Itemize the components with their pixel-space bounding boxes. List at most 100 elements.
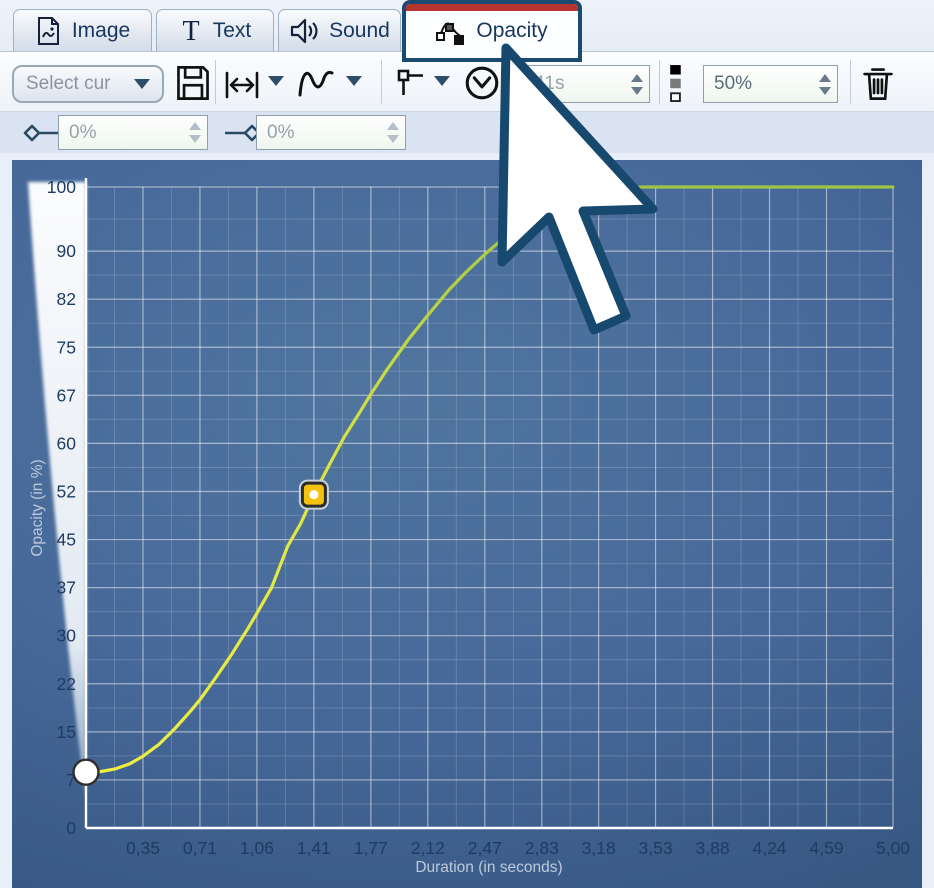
spinner-arrows[interactable] xyxy=(819,74,831,95)
keyframe-opacity-spinner[interactable]: 50% xyxy=(703,65,838,103)
fade-in-value: 0% xyxy=(69,122,96,144)
text-icon: T xyxy=(179,16,203,46)
tab-text[interactable]: T Text xyxy=(156,9,274,51)
fade-out-spinner[interactable]: 0% xyxy=(256,115,406,150)
chevron-down-icon xyxy=(346,76,362,86)
curve-start-point[interactable] xyxy=(74,760,99,785)
tab-sound[interactable]: Sound xyxy=(278,9,401,51)
wave-curve-button[interactable] xyxy=(296,65,338,101)
keyframe-opacity-value: 50% xyxy=(714,73,752,95)
stretch-options-dropdown[interactable] xyxy=(268,76,284,86)
chevron-down-icon xyxy=(268,76,284,86)
horizontal-resize-icon xyxy=(223,70,261,100)
x-tick-label: 3,53 xyxy=(639,838,673,858)
x-tick-label: 2,83 xyxy=(525,838,559,858)
chevron-down-icon xyxy=(434,76,450,86)
chart-grid xyxy=(86,187,893,828)
wave-icon xyxy=(296,65,338,101)
y-tick-label: 0 xyxy=(66,818,76,838)
y-axis-title: Opacity (in %) xyxy=(29,459,46,556)
tab-text-label: Text xyxy=(213,19,252,43)
y-tick-label: 30 xyxy=(57,626,77,646)
x-tick-label: 0,71 xyxy=(183,838,217,858)
keyframe-time-spinner[interactable]: 1,41s xyxy=(507,65,650,103)
x-tick-label: 1,06 xyxy=(240,838,274,858)
spinner-arrows[interactable] xyxy=(631,74,643,95)
x-axis-title: Duration (in seconds) xyxy=(415,859,562,876)
tab-opacity[interactable]: Opacity xyxy=(402,0,582,62)
svg-text:T: T xyxy=(182,16,199,46)
curve-preset-label: Select cur xyxy=(26,73,110,95)
fade-in-handle-button[interactable] xyxy=(22,123,62,143)
opacity-curve-chart[interactable]: 0715223037455260677582901000,350,711,061… xyxy=(12,160,922,888)
save-curve-button[interactable] xyxy=(175,64,211,102)
diamond-line-right-icon xyxy=(22,123,62,143)
curve-chart-panel: 0715223037455260677582901000,350,711,061… xyxy=(12,160,922,888)
time-mode-button[interactable] xyxy=(464,65,500,101)
y-tick-label: 67 xyxy=(57,385,76,405)
stacked-squares-icon xyxy=(669,64,683,104)
selected-keyframe-point-center-dot xyxy=(309,490,318,499)
curve-preset-select[interactable]: Select cur xyxy=(12,65,164,103)
chevron-down-icon xyxy=(134,79,150,89)
toolbar-separator xyxy=(659,60,660,104)
spin-up-icon[interactable] xyxy=(189,122,201,130)
x-tick-label: 2,47 xyxy=(468,838,502,858)
tab-bar: Image T Text Sound xyxy=(0,0,934,52)
x-tick-label: 4,59 xyxy=(809,838,843,858)
opacity-curve-icon xyxy=(436,17,466,45)
x-tick-label: 3,88 xyxy=(696,838,730,858)
delete-keyframe-button[interactable] xyxy=(860,64,896,102)
y-tick-label: 100 xyxy=(47,177,76,197)
tab-sound-label: Sound xyxy=(329,19,390,43)
y-tick-label: 52 xyxy=(57,481,76,501)
spinner-arrows[interactable] xyxy=(189,122,201,143)
x-tick-label: 1,41 xyxy=(297,838,331,858)
keyframe-options-dropdown[interactable] xyxy=(434,76,450,86)
keyframe-flag-icon xyxy=(396,67,426,97)
y-tick-label: 45 xyxy=(57,530,76,550)
y-tick-label: 15 xyxy=(57,722,76,742)
spin-down-icon[interactable] xyxy=(819,87,831,95)
trash-icon xyxy=(860,64,896,102)
spin-down-icon[interactable] xyxy=(189,135,201,143)
tab-opacity-label: Opacity xyxy=(476,19,547,43)
spin-down-icon[interactable] xyxy=(631,87,643,95)
toolbar-separator xyxy=(381,60,382,104)
y-tick-label: 60 xyxy=(57,433,77,453)
sound-icon xyxy=(289,16,319,46)
spin-up-icon[interactable] xyxy=(387,122,399,130)
y-tick-label: 22 xyxy=(57,674,76,694)
y-tick-label: 75 xyxy=(57,337,76,357)
x-tick-label: 4,24 xyxy=(752,838,786,858)
keyframe-button[interactable] xyxy=(396,67,426,97)
keyframe-time-value: 1,41s xyxy=(518,73,564,95)
tab-image[interactable]: Image xyxy=(13,9,152,51)
spinner-arrows[interactable] xyxy=(387,122,399,143)
fade-handles-row: 0% 0% xyxy=(0,112,934,153)
wave-options-dropdown[interactable] xyxy=(346,76,362,86)
toolbar-separator xyxy=(850,60,851,104)
x-tick-label: 1,77 xyxy=(354,838,388,858)
y-tick-label: 90 xyxy=(57,241,77,261)
spin-up-icon[interactable] xyxy=(819,74,831,82)
x-tick-label: 2,12 xyxy=(411,838,445,858)
x-tick-label: 5,00 xyxy=(876,838,910,858)
opacity-curve-editor-window: Image T Text Sound xyxy=(0,0,934,888)
y-tick-label: 37 xyxy=(57,578,76,598)
x-tick-label: 3,18 xyxy=(582,838,616,858)
tab-image-label: Image xyxy=(72,19,130,43)
save-icon xyxy=(175,64,211,102)
spin-down-icon[interactable] xyxy=(387,135,399,143)
image-icon xyxy=(35,16,62,46)
clock-icon xyxy=(464,65,500,101)
fade-in-spinner[interactable]: 0% xyxy=(58,115,208,150)
selected-tab-accent xyxy=(406,4,578,11)
spin-up-icon[interactable] xyxy=(631,74,643,82)
fade-out-value: 0% xyxy=(267,122,294,144)
value-order-button[interactable] xyxy=(669,64,683,104)
stretch-curve-button[interactable] xyxy=(223,70,261,100)
toolbar-separator xyxy=(215,60,216,104)
y-tick-label: 82 xyxy=(57,289,76,309)
x-tick-label: 0,35 xyxy=(126,838,160,858)
